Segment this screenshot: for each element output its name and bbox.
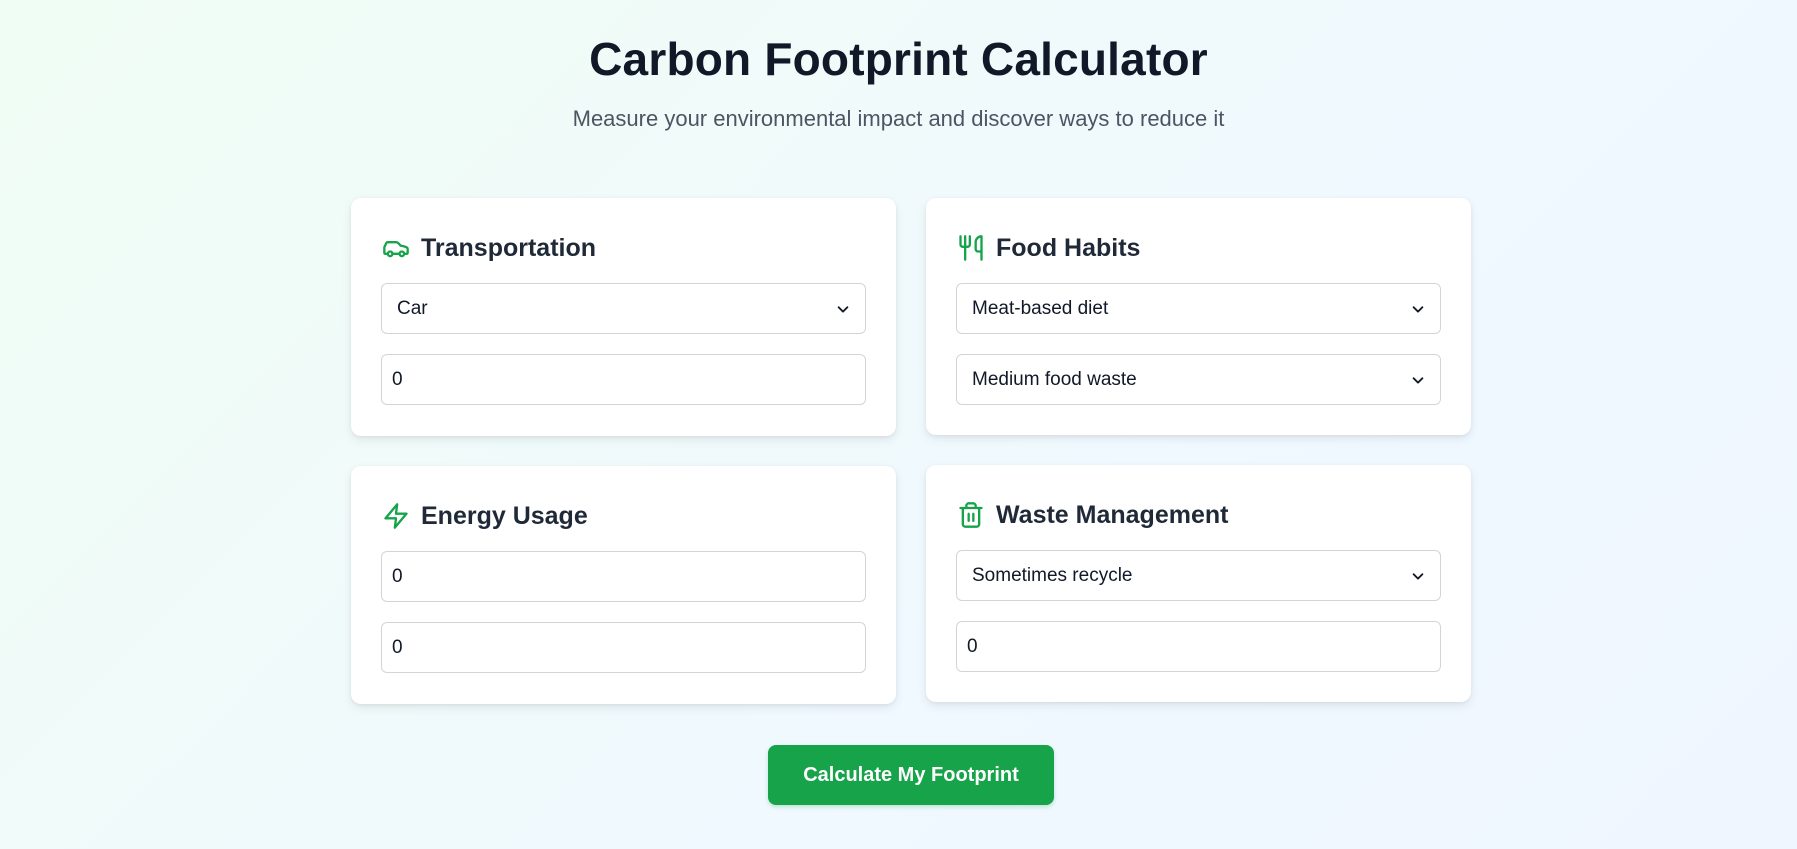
chevron-down-icon	[1411, 302, 1425, 316]
waste-amount-value: 0	[967, 635, 978, 657]
food-habits-card: Food Habits Meat-based diet Medium food …	[926, 198, 1471, 435]
gas-value: 0	[392, 636, 403, 658]
chevron-down-icon	[836, 302, 850, 316]
transportation-header: Transportation	[381, 228, 866, 268]
diet-select[interactable]: Meat-based diet	[956, 283, 1441, 334]
car-icon	[381, 233, 411, 263]
diet-value: Meat-based diet	[972, 297, 1109, 319]
transport-mode-select[interactable]: Car	[381, 283, 866, 334]
recycle-select[interactable]: Sometimes recycle	[956, 550, 1441, 601]
transportation-title: Transportation	[421, 233, 597, 262]
page-title: Carbon Footprint Calculator	[589, 33, 1208, 85]
gas-input[interactable]: 0	[381, 622, 866, 673]
waste-management-title: Waste Management	[996, 500, 1229, 529]
utensils-icon	[956, 233, 986, 263]
transport-distance-input[interactable]: 0	[381, 354, 866, 405]
transport-mode-value: Car	[397, 297, 428, 319]
trash-icon	[956, 500, 986, 530]
food-habits-title: Food Habits	[996, 233, 1141, 262]
waste-amount-input[interactable]: 0	[956, 621, 1441, 672]
chevron-down-icon	[1411, 569, 1425, 583]
calculate-button[interactable]: Calculate My Footprint	[768, 745, 1054, 805]
electricity-value: 0	[392, 565, 403, 587]
energy-usage-header: Energy Usage	[381, 496, 866, 536]
chevron-down-icon	[1411, 373, 1425, 387]
energy-usage-title: Energy Usage	[421, 501, 588, 530]
food-waste-select[interactable]: Medium food waste	[956, 354, 1441, 405]
page-subtitle: Measure your environmental impact and di…	[572, 106, 1225, 131]
food-waste-value: Medium food waste	[972, 368, 1137, 390]
waste-management-card: Waste Management Sometimes recycle 0	[926, 465, 1471, 702]
lightning-icon	[381, 501, 411, 531]
electricity-input[interactable]: 0	[381, 551, 866, 602]
waste-management-header: Waste Management	[956, 495, 1441, 535]
food-habits-header: Food Habits	[956, 228, 1441, 268]
transport-distance-value: 0	[392, 368, 403, 390]
transportation-card: Transportation Car 0	[351, 198, 896, 436]
energy-usage-card: Energy Usage 0 0	[351, 466, 896, 704]
recycle-value: Sometimes recycle	[972, 564, 1133, 586]
